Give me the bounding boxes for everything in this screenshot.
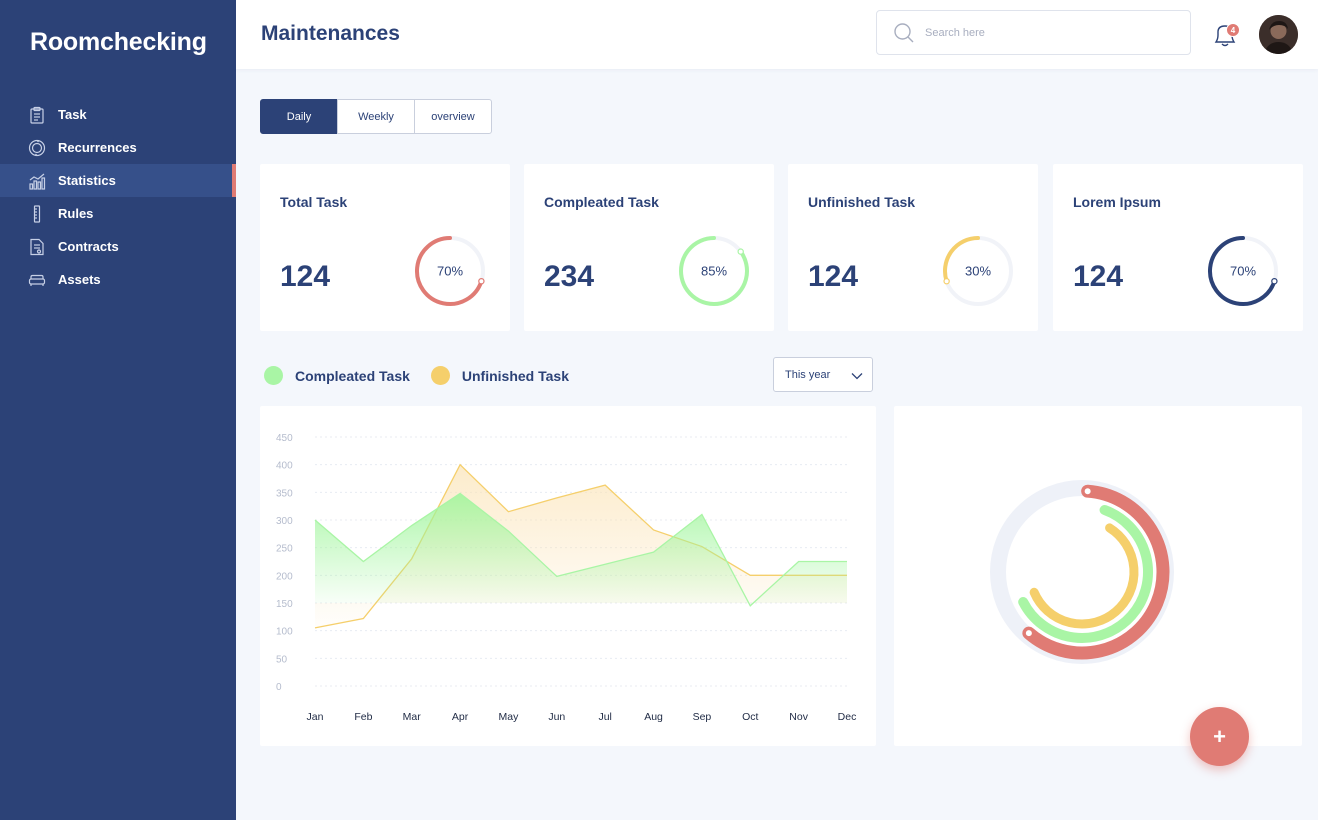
stat-card-completed: Compleated Task 234 85% (524, 164, 774, 331)
x-tick-label: Oct (742, 711, 758, 723)
y-tick-label: 250 (276, 544, 293, 555)
page-title: Maintenances (261, 22, 400, 45)
ring-percent-label: 30% (965, 264, 991, 279)
sidebar-nav: Task Recurrences Statistics Rules Contra… (0, 98, 236, 296)
period-select-value: This year (785, 368, 831, 381)
y-tick-label: 300 (276, 516, 293, 527)
top-header: Maintenances 4 (236, 0, 1318, 69)
sidebar-item-contracts[interactable]: Contracts (0, 230, 236, 263)
ring-percent-label: 70% (1230, 264, 1256, 279)
y-tick-label: 450 (276, 433, 293, 444)
ring-handle (1271, 277, 1278, 285)
avatar[interactable] (1259, 15, 1298, 54)
progress-ring: 70% (1208, 236, 1278, 306)
clipboard-icon (28, 106, 46, 124)
tab-daily[interactable]: Daily (260, 99, 338, 134)
sidebar: Roomchecking Task Recurrences Statistics… (0, 0, 236, 820)
sidebar-item-label: Contracts (58, 239, 119, 254)
legend-dot (264, 366, 283, 385)
ring-percent-label: 85% (701, 264, 727, 279)
x-tick-label: Jan (307, 711, 324, 723)
sofa-icon (28, 271, 46, 289)
sidebar-item-label: Rules (58, 206, 94, 221)
x-tick-label: Mar (403, 711, 422, 723)
ring-handle (943, 277, 950, 285)
y-tick-label: 400 (276, 461, 293, 472)
sidebar-item-recurrences[interactable]: Recurrences (0, 131, 236, 164)
sidebar-item-label: Task (58, 107, 87, 122)
radial-chart-panel (894, 406, 1302, 746)
radial-bar (1018, 504, 1153, 643)
radial-bar (1029, 523, 1139, 629)
x-tick-label: Dec (838, 711, 857, 723)
stat-card-title: Total Task (280, 194, 348, 210)
ring-percent-label: 70% (437, 264, 463, 279)
x-tick-label: May (499, 711, 520, 723)
stat-card-title: Lorem Ipsum (1073, 194, 1161, 210)
radial-chart (990, 480, 1174, 664)
area-chart: 0 50 100 150 200 250 300 350 400 450 Jan Feb Mar Apr M… (276, 433, 857, 723)
x-tick-label: Jul (598, 711, 611, 723)
ring-handle (478, 277, 485, 285)
sidebar-item-label: Statistics (58, 173, 116, 188)
y-tick-label: 350 (276, 488, 293, 499)
y-tick-label: 100 (276, 627, 293, 638)
x-tick-label: Nov (789, 711, 808, 723)
area-chart-panel: 0 50 100 150 200 250 300 350 400 450 Jan Feb Mar Apr M… (260, 406, 876, 746)
sidebar-item-task[interactable]: Task (0, 98, 236, 131)
y-tick-label: 150 (276, 599, 293, 610)
stat-card-title: Unfinished Task (808, 194, 916, 210)
legend-item-unfinished[interactable]: Unfinished Task (430, 366, 569, 385)
x-tick-label: Feb (354, 711, 372, 723)
recurrence-icon (28, 139, 46, 157)
chevron-down-icon (851, 373, 863, 380)
legend-dot (430, 366, 450, 385)
contract-icon (28, 238, 46, 256)
sidebar-item-rules[interactable]: Rules (0, 197, 236, 230)
x-tick-label: Aug (644, 711, 663, 723)
sidebar-item-label: Recurrences (58, 140, 137, 155)
stat-card-total: Total Task 124 70% (260, 164, 510, 331)
legend-label: Compleated Task (295, 367, 410, 384)
search-icon (894, 22, 914, 42)
tab-overview[interactable]: overview (414, 99, 492, 134)
search-box[interactable] (876, 10, 1191, 55)
ring-handle (737, 248, 744, 255)
period-select[interactable]: This year (773, 357, 873, 392)
legend-label: Unfinished Task (461, 367, 569, 384)
chart-icon (28, 172, 46, 190)
legend-item-completed[interactable]: Compleated Task (264, 366, 410, 385)
progress-ring: 85% (679, 236, 749, 306)
radial-handle (1084, 488, 1091, 495)
stat-card-value: 124 (280, 260, 331, 293)
x-tick-label: Sep (693, 711, 712, 723)
y-tick-label: 50 (276, 654, 288, 665)
x-tick-label: Apr (452, 711, 469, 723)
period-tabs: Daily Weekly overview (260, 99, 492, 134)
stat-card-value: 234 (544, 260, 595, 293)
tab-weekly[interactable]: Weekly (337, 99, 415, 134)
chart-legend: Compleated Task Unfinished Task (264, 366, 590, 385)
search-input[interactable] (925, 26, 1165, 39)
ruler-icon (28, 204, 46, 223)
stat-card-value: 124 (808, 260, 859, 293)
add-button[interactable]: + (1190, 707, 1249, 766)
notification-badge: 4 (1226, 23, 1240, 37)
progress-ring: 70% (415, 236, 485, 306)
sidebar-item-assets[interactable]: Assets (0, 263, 236, 296)
stat-card-value: 124 (1073, 260, 1124, 293)
stat-card-title: Compleated Task (544, 194, 659, 210)
brand-logo: Roomchecking (30, 28, 207, 56)
stat-card-unfinished: Unfinished Task 124 30% (788, 164, 1038, 331)
sidebar-item-statistics[interactable]: Statistics (0, 164, 236, 197)
radial-handle (1025, 630, 1032, 637)
y-tick-label: 0 (276, 682, 282, 693)
x-tick-label: Jun (548, 711, 565, 723)
sidebar-item-label: Assets (58, 272, 101, 287)
stat-card-lorem: Lorem Ipsum 124 70% (1053, 164, 1303, 331)
y-tick-label: 200 (276, 571, 293, 582)
progress-ring: 30% (943, 236, 1013, 306)
